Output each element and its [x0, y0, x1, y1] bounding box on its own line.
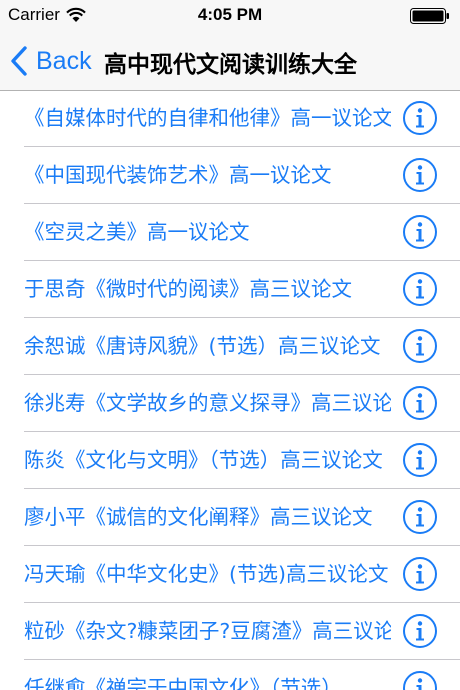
info-icon[interactable]	[402, 385, 438, 421]
back-button[interactable]: Back	[10, 42, 92, 80]
status-time: 4:05 PM	[197, 5, 263, 24]
info-icon[interactable]	[402, 157, 438, 193]
article-list[interactable]: 《自媒体时代的自律和他律》高一议论文 《中国现代装饰艺术》高一议论文 《空灵之美》高…	[0, 91, 460, 690]
list-item-title: 陈炎《文化与文明》（节选）高三议论文	[24, 448, 383, 472]
list-item[interactable]: 《中国现代装饰艺术》高一议论文	[0, 147, 460, 203]
list-item-title: 徐兆寿《文学故乡的意义探寻》高三议论文	[24, 391, 391, 415]
list-item[interactable]: 粒砂《杂文?糠菜团子?豆腐渣》高三议论文	[0, 603, 460, 659]
list-item-title: 余恕诚《唐诗风貌》(节选）高三议论文	[24, 334, 381, 358]
status-bar: Carrier 4:05 PM	[0, 0, 460, 32]
page-title: 高中现代文阅读训练大全	[104, 52, 357, 78]
list-item[interactable]: 冯天瑜《中华文化史》(节选)高三议论文	[0, 546, 460, 602]
info-icon[interactable]	[402, 613, 438, 649]
back-label: Back	[36, 46, 92, 75]
list-item[interactable]: 陈炎《文化与文明》（节选）高三议论文	[0, 432, 460, 488]
list-item-title: 《自媒体时代的自律和他律》高一议论文	[24, 106, 391, 130]
info-icon[interactable]	[402, 100, 438, 136]
list-item[interactable]: 徐兆寿《文学故乡的意义探寻》高三议论文	[0, 375, 460, 431]
info-icon[interactable]	[402, 670, 438, 690]
list-item-title: 《空灵之美》高一议论文	[24, 220, 250, 244]
list-item[interactable]: 《空灵之美》高一议论文	[0, 204, 460, 260]
list-item[interactable]: 廖小平《诚信的文化阐释》高三议论文	[0, 489, 460, 545]
list-item-title: 冯天瑜《中华文化史》(节选)高三议论文	[24, 562, 389, 586]
list-item-title: 粒砂《杂文?糠菜团子?豆腐渣》高三议论文	[24, 619, 391, 643]
list-item-title: 廖小平《诚信的文化阐释》高三议论文	[24, 505, 373, 529]
info-icon[interactable]	[402, 556, 438, 592]
navigation-bar: Back 高中现代文阅读训练大全	[0, 32, 460, 91]
list-item[interactable]: 于思奇《微时代的阅读》高三议论文	[0, 261, 460, 317]
chevron-left-icon	[11, 46, 27, 76]
info-icon[interactable]	[402, 328, 438, 364]
info-icon[interactable]	[402, 442, 438, 478]
list-item-title: 任继愈《禅宗于中国文化》（节选）	[24, 676, 342, 690]
list-item[interactable]: 余恕诚《唐诗风貌》(节选）高三议论文	[0, 318, 460, 374]
battery-icon	[410, 8, 449, 24]
list-item[interactable]: 《自媒体时代的自律和他律》高一议论文	[0, 91, 460, 146]
app-screen: Carrier 4:05 PM Back 高中现代文阅读训练大全 《自媒体时代的…	[0, 0, 460, 690]
info-icon[interactable]	[402, 499, 438, 535]
list-item[interactable]: 任继愈《禅宗于中国文化》（节选）	[0, 660, 460, 690]
list-item-title: 《中国现代装饰艺术》高一议论文	[24, 163, 332, 187]
info-icon[interactable]	[402, 271, 438, 307]
list-item-title: 于思奇《微时代的阅读》高三议论文	[24, 277, 352, 301]
info-icon[interactable]	[402, 214, 438, 250]
